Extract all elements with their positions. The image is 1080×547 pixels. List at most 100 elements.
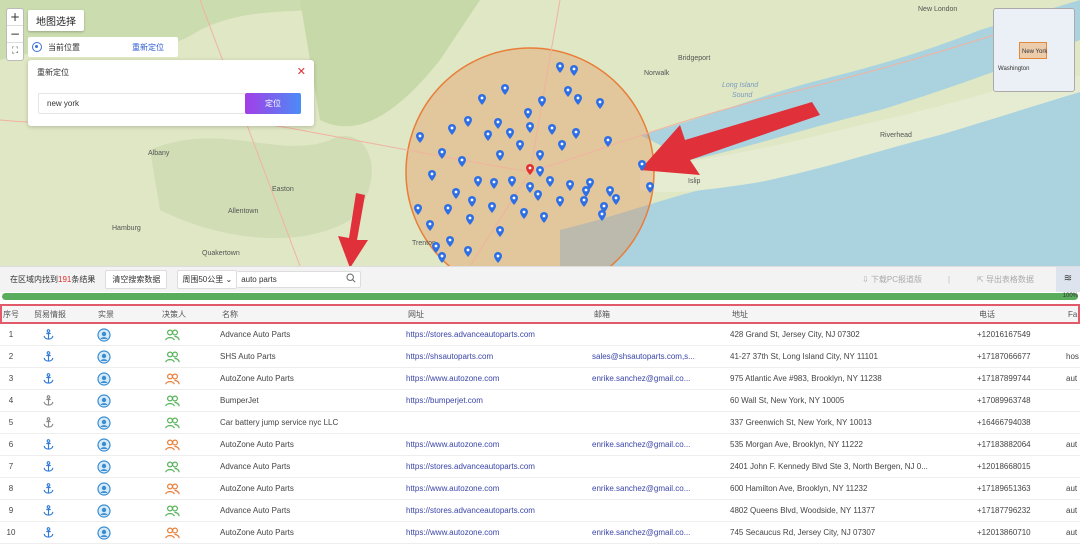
fullscreen-button[interactable]: ⛶ xyxy=(7,43,23,60)
trade-intel-cell[interactable] xyxy=(28,390,68,411)
map-marker-icon[interactable] xyxy=(444,204,452,215)
keyword-input[interactable]: auto parts xyxy=(237,271,362,288)
trade-intel-cell[interactable] xyxy=(28,522,68,543)
anchor-icon[interactable] xyxy=(43,417,54,428)
map-marker-icon[interactable] xyxy=(464,246,472,257)
anchor-icon[interactable] xyxy=(43,395,54,406)
map-marker-icon[interactable] xyxy=(452,188,460,199)
search-icon[interactable] xyxy=(346,273,356,283)
map-marker-icon[interactable] xyxy=(438,148,446,159)
map-marker-icon[interactable] xyxy=(488,202,496,213)
locate-button[interactable]: 定位 xyxy=(245,93,301,114)
map-marker-icon[interactable] xyxy=(526,182,534,193)
map-marker-icon[interactable] xyxy=(536,166,544,177)
map-marker-icon[interactable] xyxy=(534,190,542,201)
trade-intel-cell[interactable] xyxy=(28,324,68,345)
anchor-icon[interactable] xyxy=(43,505,54,516)
street-view-cell[interactable] xyxy=(86,434,122,455)
map-marker-icon[interactable] xyxy=(556,62,564,73)
street-view-cell[interactable] xyxy=(86,412,122,433)
street-view-cell[interactable] xyxy=(86,324,122,345)
collapse-icon[interactable]: ≋ xyxy=(1056,267,1080,293)
map-marker-icon[interactable] xyxy=(564,86,572,97)
map-marker-icon[interactable] xyxy=(540,212,548,223)
map-marker-icon[interactable] xyxy=(596,98,604,109)
map-view[interactable]: + − ⛶ 地图选择 当前位置 重新定位 重新定位 ✕ new york 定位 … xyxy=(0,0,1080,266)
decision-maker-cell[interactable] xyxy=(152,324,192,345)
street-view-cell[interactable] xyxy=(86,500,122,521)
street-view-icon[interactable] xyxy=(97,393,111,408)
street-view-cell[interactable] xyxy=(86,478,122,499)
anchor-icon[interactable] xyxy=(43,483,54,494)
website-link[interactable]: https://www.autozone.com xyxy=(406,368,590,389)
decision-maker-cell[interactable] xyxy=(152,456,192,477)
decision-maker-icon[interactable] xyxy=(164,350,180,363)
street-view-cell[interactable] xyxy=(86,368,122,389)
minimap[interactable]: New York Washington xyxy=(993,8,1075,92)
decision-maker-cell[interactable] xyxy=(152,522,192,543)
map-marker-icon[interactable] xyxy=(496,150,504,161)
map-marker-icon[interactable] xyxy=(558,140,566,151)
map-marker-icon[interactable] xyxy=(414,204,422,215)
street-view-icon[interactable] xyxy=(97,481,111,496)
website-link[interactable]: https://stores.advanceautoparts.com xyxy=(406,500,590,521)
trade-intel-cell[interactable] xyxy=(28,346,68,367)
anchor-icon[interactable] xyxy=(43,439,54,450)
range-select[interactable]: 周围50公里 ⌄ xyxy=(177,270,238,289)
email-link[interactable] xyxy=(592,500,724,521)
map-marker-icon[interactable] xyxy=(538,96,546,107)
map-marker-icon[interactable] xyxy=(438,252,446,263)
website-link[interactable]: https://shsautoparts.com xyxy=(406,346,590,367)
map-marker-icon[interactable] xyxy=(526,122,534,133)
street-view-icon[interactable] xyxy=(97,327,111,342)
map-marker-icon[interactable] xyxy=(426,220,434,231)
email-link[interactable] xyxy=(592,412,724,433)
map-marker-icon[interactable] xyxy=(574,94,582,105)
street-view-icon[interactable] xyxy=(97,503,111,518)
map-marker-icon[interactable] xyxy=(516,140,524,151)
map-marker-icon[interactable] xyxy=(510,194,518,205)
street-view-icon[interactable] xyxy=(97,437,111,452)
email-link[interactable]: enrike.sanchez@gmail.co... xyxy=(592,434,724,455)
table-row[interactable]: 3 AutoZone Auto Parts https://www.autozone… xyxy=(0,368,1080,390)
map-marker-icon[interactable] xyxy=(448,124,456,135)
zoom-out-button[interactable]: − xyxy=(7,26,23,43)
decision-maker-icon[interactable] xyxy=(164,394,180,407)
table-row[interactable]: 10 AutoZone Auto Parts https://www.autozon… xyxy=(0,522,1080,544)
anchor-icon[interactable] xyxy=(43,329,54,340)
table-row[interactable]: 7 Advance Auto Parts https://stores.advanc… xyxy=(0,456,1080,478)
decision-maker-cell[interactable] xyxy=(152,346,192,367)
location-input[interactable]: new york xyxy=(38,93,246,114)
table-row[interactable]: 4 BumperJet https://bumperjet.com 60 Wall S… xyxy=(0,390,1080,412)
table-row[interactable]: 1 Advance Auto Parts https://stores.advanc… xyxy=(0,324,1080,346)
anchor-icon[interactable] xyxy=(43,373,54,384)
decision-maker-icon[interactable] xyxy=(164,460,180,473)
website-link[interactable]: https://www.autozone.com xyxy=(406,478,590,499)
table-row[interactable]: 5 Car battery jump service nyc LLC 337 Gre… xyxy=(0,412,1080,434)
trade-intel-cell[interactable] xyxy=(28,368,68,389)
email-link[interactable]: enrike.sanchez@gmail.co... xyxy=(592,522,724,543)
map-select-button[interactable]: 地图选择 xyxy=(28,10,84,31)
map-marker-icon[interactable] xyxy=(484,130,492,141)
email-link[interactable]: sales@shsautoparts.com,s... xyxy=(592,346,724,367)
map-marker-icon[interactable] xyxy=(520,208,528,219)
map-marker-icon[interactable] xyxy=(524,108,532,119)
website-link[interactable] xyxy=(406,412,590,433)
map-marker-icon[interactable] xyxy=(646,182,654,193)
street-view-cell[interactable] xyxy=(86,390,122,411)
close-icon[interactable]: ✕ xyxy=(297,65,306,78)
email-link[interactable]: enrike.sanchez@gmail.co... xyxy=(592,368,724,389)
map-marker-icon[interactable] xyxy=(604,136,612,147)
map-marker-icon[interactable] xyxy=(416,132,424,143)
street-view-icon[interactable] xyxy=(97,349,111,364)
map-marker-icon[interactable] xyxy=(466,214,474,225)
website-link[interactable]: https://stores.advanceautoparts.com xyxy=(406,324,590,345)
decision-maker-cell[interactable] xyxy=(152,478,192,499)
map-marker-icon[interactable] xyxy=(580,196,588,207)
trade-intel-cell[interactable] xyxy=(28,412,68,433)
trade-intel-cell[interactable] xyxy=(28,456,68,477)
map-marker-icon[interactable] xyxy=(536,150,544,161)
map-marker-icon[interactable] xyxy=(598,210,606,221)
zoom-in-button[interactable]: + xyxy=(7,9,23,26)
email-link[interactable] xyxy=(592,456,724,477)
